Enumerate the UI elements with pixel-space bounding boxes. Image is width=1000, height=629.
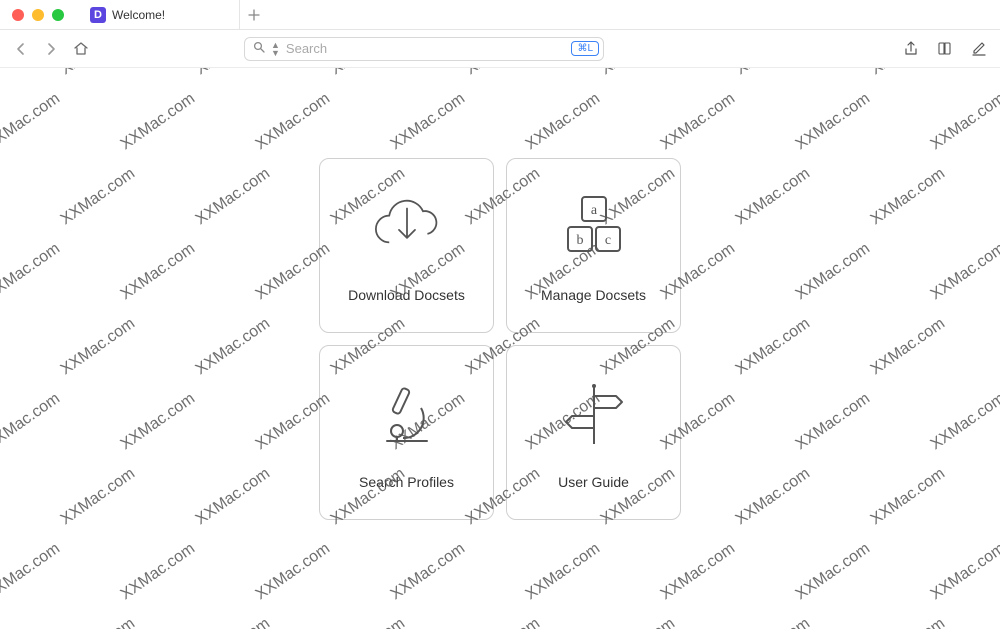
microscope-icon [367, 376, 447, 456]
card-label: Manage Docsets [541, 287, 646, 303]
card-search-profiles[interactable]: Search Profiles [319, 345, 494, 520]
minimize-window-button[interactable] [32, 9, 44, 21]
card-label: Download Docsets [348, 287, 465, 303]
signpost-icon [554, 376, 634, 456]
nav-group [12, 40, 90, 58]
svg-text:a: a [590, 203, 597, 218]
titlebar: D Welcome! [0, 0, 1000, 30]
right-actions [902, 40, 988, 58]
blocks-abc-icon: a b c [554, 189, 634, 269]
cloud-download-icon [367, 189, 447, 269]
home-button[interactable] [72, 40, 90, 58]
chevron-right-icon [45, 42, 57, 56]
tab-strip: D Welcome! [80, 0, 268, 29]
forward-button[interactable] [42, 40, 60, 58]
window-controls [0, 9, 64, 21]
bookmarks-button[interactable] [936, 40, 954, 58]
toolbar: ▲▼ ⌘L [0, 30, 1000, 68]
home-icon [73, 41, 89, 57]
edit-button[interactable] [970, 40, 988, 58]
back-button[interactable] [12, 40, 30, 58]
new-tab-button[interactable] [240, 0, 268, 29]
sort-icon: ▲▼ [271, 41, 280, 57]
search-icon [253, 40, 265, 58]
card-label: Search Profiles [359, 474, 454, 490]
share-button[interactable] [902, 40, 920, 58]
book-icon [936, 40, 954, 58]
card-download-docsets[interactable]: Download Docsets [319, 158, 494, 333]
svg-text:b: b [576, 233, 583, 248]
card-manage-docsets[interactable]: a b c Manage Docsets [506, 158, 681, 333]
tab-welcome[interactable]: D Welcome! [80, 0, 240, 29]
card-label: User Guide [558, 474, 629, 490]
search-bar[interactable]: ▲▼ ⌘L [244, 37, 604, 61]
plus-icon [248, 9, 260, 21]
close-window-button[interactable] [12, 9, 24, 21]
app-icon: D [90, 7, 106, 23]
zoom-window-button[interactable] [52, 9, 64, 21]
card-user-guide[interactable]: User Guide [506, 345, 681, 520]
search-input[interactable] [286, 41, 566, 56]
welcome-grid: Download Docsets a b c Manage Docsets [319, 158, 681, 520]
compose-icon [970, 40, 988, 58]
chevron-left-icon [15, 42, 27, 56]
shortcut-badge: ⌘L [571, 41, 599, 56]
svg-text:c: c [604, 233, 610, 248]
content-area: Download Docsets a b c Manage Docsets [0, 68, 1000, 629]
share-icon [902, 40, 920, 58]
tab-title: Welcome! [112, 8, 165, 22]
